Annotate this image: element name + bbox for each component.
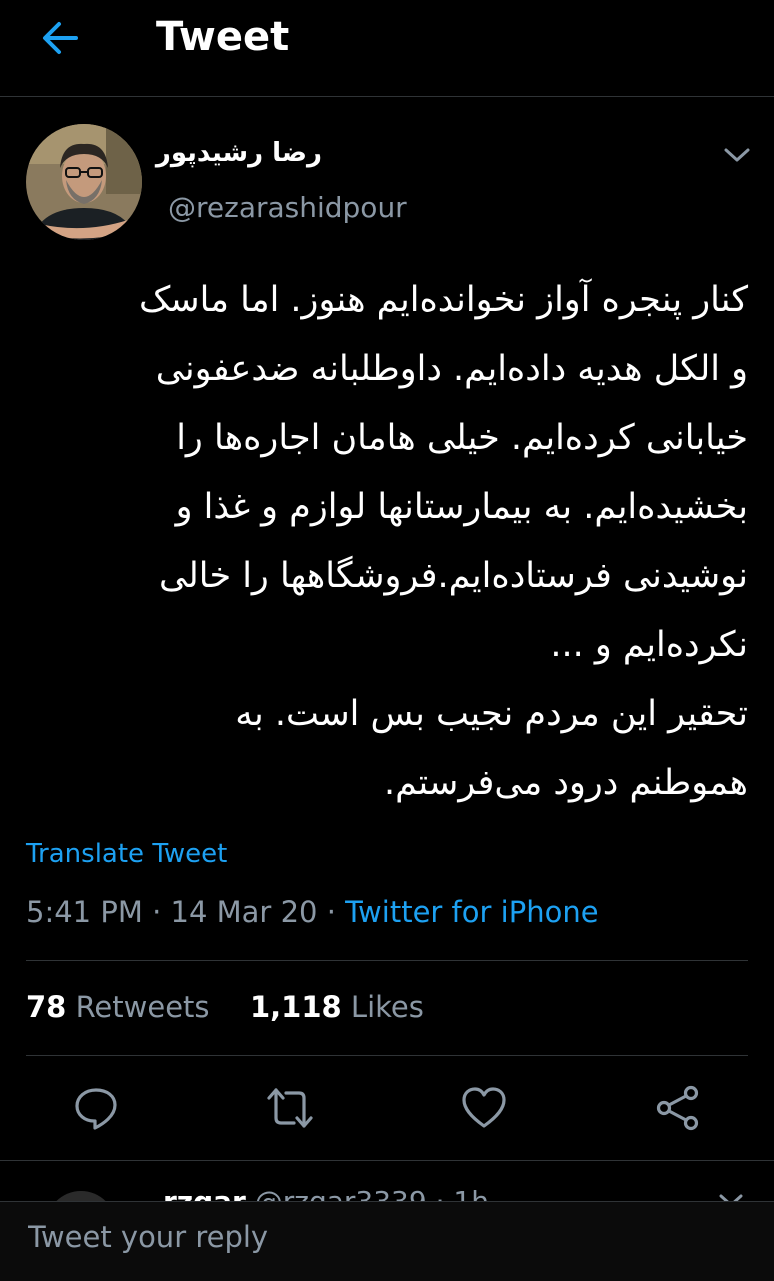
- tweet-line: نکرده‌ایم و ...: [550, 625, 748, 665]
- likes-label: Likes: [350, 990, 424, 1024]
- reply-composer: [0, 1201, 774, 1281]
- tweet-source-link[interactable]: Twitter for iPhone: [345, 895, 598, 929]
- author-name[interactable]: رضا رشیدپور: [156, 138, 322, 168]
- chevron-down-icon[interactable]: [718, 1193, 744, 1201]
- meta-separator: ·: [436, 1185, 445, 1201]
- tweet-date: 14 Mar 20: [170, 895, 318, 929]
- tweet-metadata: 5:41 PM · 14 Mar 20 · Twitter for iPhone: [26, 895, 599, 929]
- tweet-line: خیابانی کرده‌ایم. خیلی هامان اجاره‌ها را: [176, 418, 748, 458]
- tweet-line: تحقیر این مردم نجیب بس است. به: [235, 694, 748, 734]
- next-reply-preview[interactable]: rzgar @rzgar3339 · 1h: [0, 1161, 774, 1201]
- retweets-stat[interactable]: 78 Retweets: [26, 990, 210, 1024]
- like-icon[interactable]: [460, 1084, 508, 1132]
- retweet-icon[interactable]: [266, 1084, 314, 1132]
- translate-tweet-link[interactable]: Translate Tweet: [26, 839, 227, 869]
- tweet-text: کنار پنجره آواز نخوانده‌ایم هنوز. اما ما…: [24, 266, 748, 818]
- tweet-line: هموطنم درود می‌فرستم.: [384, 763, 748, 803]
- divider: [26, 1055, 748, 1056]
- chevron-down-icon[interactable]: [722, 144, 752, 166]
- tweet-line: نوشیدنی فرستاده‌ایم.فروشگاهها را خالی: [158, 556, 748, 596]
- reply-icon[interactable]: [72, 1084, 120, 1132]
- tweet-line: و الکل هدیه داده‌ایم. داوطلبانه ضدعفونی: [155, 349, 748, 389]
- meta-separator: ·: [326, 895, 336, 929]
- arrow-left-icon[interactable]: [40, 18, 80, 58]
- reply-author-line: rzgar @rzgar3339 · 1h: [163, 1185, 489, 1201]
- page-title: Tweet: [156, 14, 290, 60]
- likes-stat[interactable]: 1,118 Likes: [250, 990, 424, 1024]
- tweet-line: کنار پنجره آواز نخوانده‌ایم هنوز. اما ما…: [138, 280, 748, 320]
- meta-separator: ·: [152, 895, 162, 929]
- author-handle[interactable]: @rezarashidpour: [168, 191, 407, 224]
- retweets-label: Retweets: [75, 990, 210, 1024]
- retweets-count: 78: [26, 990, 67, 1024]
- engagement-stats: 78 Retweets 1,118 Likes: [26, 990, 424, 1024]
- reply-input[interactable]: [26, 1219, 750, 1255]
- tweet-time: 5:41 PM: [26, 895, 143, 929]
- avatar[interactable]: [46, 1191, 116, 1201]
- profile-photo-image: [26, 124, 142, 240]
- divider: [26, 960, 748, 961]
- reply-author-name: rzgar: [163, 1185, 246, 1201]
- avatar[interactable]: [26, 124, 142, 240]
- share-icon[interactable]: [654, 1084, 702, 1132]
- top-bar: Tweet: [0, 0, 774, 97]
- reply-author-handle: @rzgar3339: [255, 1185, 427, 1201]
- likes-count: 1,118: [249, 990, 342, 1024]
- reply-age: 1h: [453, 1185, 489, 1201]
- tweet-line: بخشیده‌ایم. به بیمارستانها لوازم و غذا و: [175, 487, 748, 527]
